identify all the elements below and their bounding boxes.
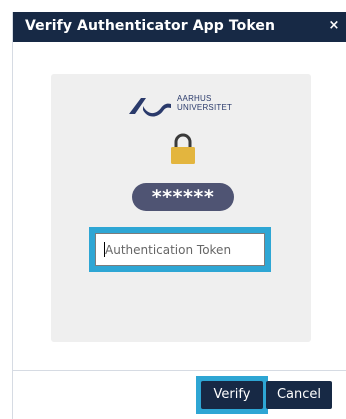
verify-button-focus-ring: Verify [196, 376, 268, 414]
verify-token-dialog: Verify Authenticator App Token × AARHUS … [12, 12, 346, 419]
aarhus-university-logo-icon [129, 98, 171, 117]
cancel-button[interactable]: Cancel [266, 381, 332, 409]
token-input-focus-ring [89, 227, 271, 272]
logo-text: AARHUS UNIVERSITET [177, 94, 232, 112]
authentication-token-input[interactable] [95, 233, 265, 266]
text-caret [104, 242, 105, 257]
logo-line-2: UNIVERSITET [177, 103, 233, 112]
logo-line-1: AARHUS [177, 94, 212, 103]
close-icon[interactable]: × [325, 17, 343, 35]
footer-divider [13, 370, 346, 371]
authenticator-panel: AARHUS UNIVERSITET ****** [51, 74, 311, 342]
verify-button[interactable]: Verify [201, 381, 263, 409]
dialog-title: Verify Authenticator App Token [25, 18, 276, 34]
dialog-titlebar: Verify Authenticator App Token × [13, 12, 346, 42]
masked-code-badge: ****** [132, 183, 234, 211]
aarhus-university-logo: AARHUS UNIVERSITET [127, 92, 237, 120]
padlock-icon [171, 133, 195, 164]
